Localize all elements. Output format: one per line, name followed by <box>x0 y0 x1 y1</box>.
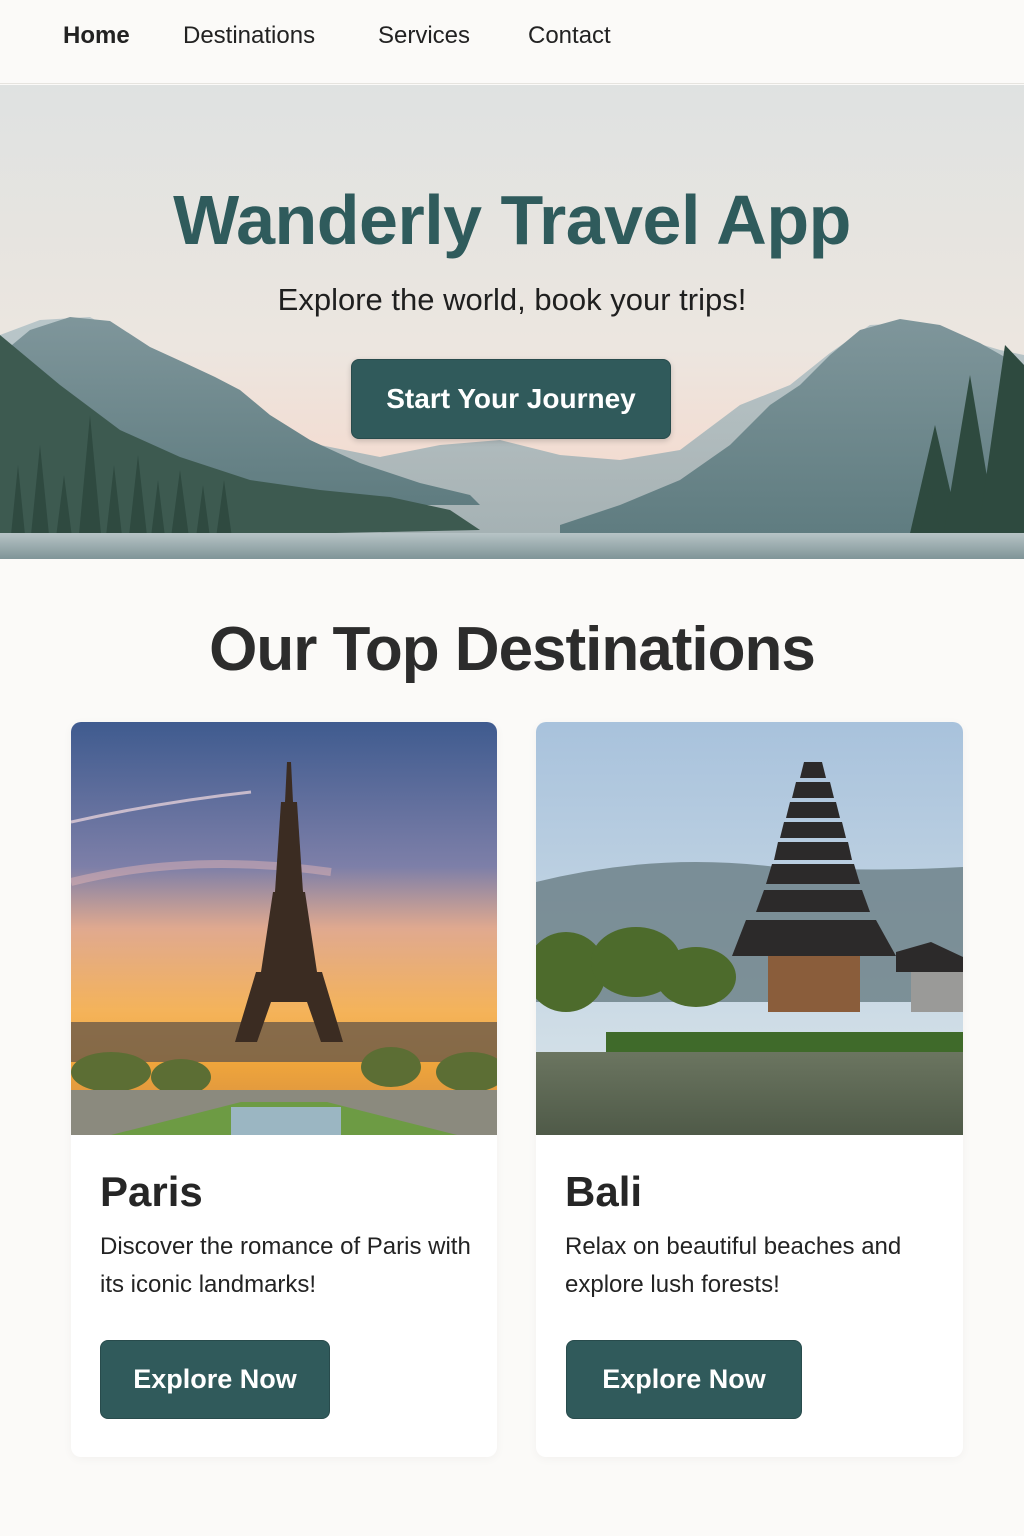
destination-card-paris: Paris Discover the romance of Paris with… <box>71 722 497 1457</box>
hero-subtitle: Explore the world, book your trips! <box>277 282 747 317</box>
destination-card-bali: Bali Relax on beautiful beaches and expl… <box>536 722 963 1457</box>
nav-link-destinations[interactable]: Destinations <box>183 21 315 51</box>
explore-now-button-bali[interactable]: Explore Now <box>566 1340 802 1419</box>
nav-link-contact[interactable]: Contact <box>528 21 611 51</box>
hero-banner: Wanderly Travel App Explore the world, b… <box>0 85 1024 559</box>
start-journey-button[interactable]: Start Your Journey <box>351 359 671 439</box>
mountain-lake-landscape-image <box>0 85 1024 559</box>
explore-now-button-paris[interactable]: Explore Now <box>100 1340 330 1419</box>
hero-title: Wanderly Travel App <box>173 181 851 259</box>
bali-water-temple-image <box>536 722 963 1135</box>
section-heading-top-destinations: Our Top Destinations <box>209 615 816 684</box>
destination-description: Relax on beautiful beaches and explore l… <box>565 1233 902 1298</box>
nav-link-services[interactable]: Services <box>378 21 470 51</box>
destination-description: Discover the romance of Paris with its i… <box>100 1233 471 1298</box>
eiffel-tower-sunset-image <box>71 722 497 1135</box>
nav-link-home[interactable]: Home <box>63 21 130 51</box>
top-navigation: Home Destinations Services Contact <box>0 0 1024 84</box>
destination-name: Paris <box>100 1168 203 1215</box>
destination-name: Bali <box>565 1168 643 1215</box>
